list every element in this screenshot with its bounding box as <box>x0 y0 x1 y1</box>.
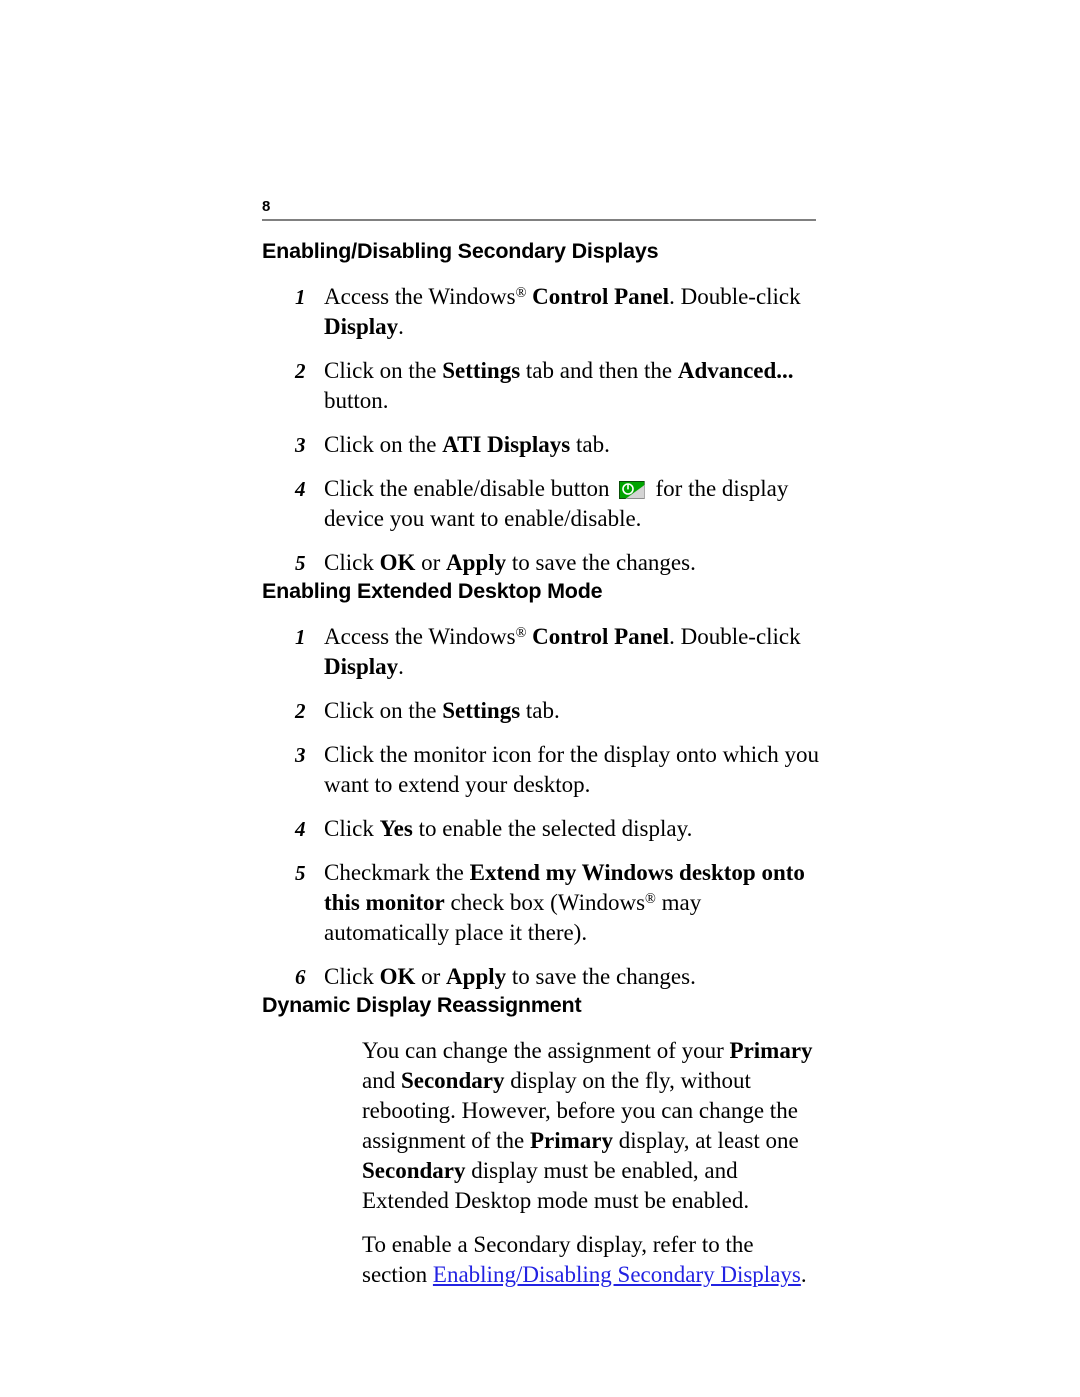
step-text-part: Click <box>324 964 380 989</box>
step-number: 3 <box>295 743 306 767</box>
step-text: Click on the Settings tab. <box>324 696 822 726</box>
list-item: 4 Click the enable/disable button for the… <box>262 474 822 534</box>
step-text-part: Checkmark the <box>324 860 470 885</box>
list-item: 6 Click OK or Apply to save the changes. <box>262 962 822 992</box>
step-text-part: Click on the <box>324 698 443 723</box>
step-text-emphasis: Yes <box>379 816 413 841</box>
step-text-part: Click on the <box>324 358 443 383</box>
list-item: 4 Click Yes to enable the selected displ… <box>262 814 822 844</box>
list-item: 1 Access the Windows® Control Panel. Dou… <box>262 282 822 342</box>
page-header: 8 <box>262 198 816 221</box>
step-text-emphasis: Advanced... <box>677 358 794 383</box>
power-symbol-icon <box>621 483 634 495</box>
step-text: Click on the ATI Displays tab. <box>324 430 822 460</box>
step-text-part: Click <box>324 816 380 841</box>
step-text-emphasis: Control Panel <box>532 284 670 309</box>
registered-trademark-symbol: ® <box>515 285 527 302</box>
step-text-emphasis: Apply <box>446 964 507 989</box>
step-text-part: button. <box>324 388 389 413</box>
step-text-part: Access the Windows <box>324 624 516 649</box>
step-number: 5 <box>295 861 306 885</box>
step-text-part: tab. <box>570 432 610 457</box>
step-text-part: check box (Windows <box>444 890 646 915</box>
step-number: 1 <box>295 285 306 309</box>
step-number: 4 <box>295 817 306 841</box>
document-page: 8 Enabling/Disabling Secondary Displays … <box>0 0 1080 1397</box>
step-text-part: . <box>398 654 404 679</box>
cross-reference-link-enabling-disabling-secondary-displays[interactable]: Enabling/Disabling Secondary Displays <box>433 1262 801 1287</box>
step-text: Access the Windows® Control Panel. Doubl… <box>324 622 822 682</box>
list-item: 3 Click on the ATI Displays tab. <box>262 430 822 460</box>
step-text-part: to save the changes. <box>506 550 696 575</box>
paragraph-part: and <box>362 1068 401 1093</box>
page-content: Enabling/Disabling Secondary Displays 1 … <box>262 238 822 1290</box>
list-item: 2 Click on the Settings tab and then the… <box>262 356 822 416</box>
step-text-part: . Double-click <box>669 624 801 649</box>
step-text-emphasis: Apply <box>446 550 507 575</box>
step-text-emphasis: OK <box>379 550 416 575</box>
step-number: 3 <box>295 433 306 457</box>
step-text-part: to save the changes. <box>506 964 696 989</box>
registered-trademark-symbol: ® <box>515 625 527 642</box>
step-text-part: tab and then the <box>520 358 678 383</box>
step-text-part: Click on the <box>324 432 443 457</box>
paragraph-emphasis: Primary <box>530 1128 614 1153</box>
step-text-emphasis: ATI Displays <box>442 432 571 457</box>
step-number: 6 <box>295 965 306 989</box>
paragraph-part: display, at least one <box>613 1128 799 1153</box>
step-number: 2 <box>295 359 306 383</box>
step-text-emphasis: Settings <box>442 698 521 723</box>
step-text-part: . <box>398 314 404 339</box>
step-text: Access the Windows® Control Panel. Doubl… <box>324 282 822 342</box>
page-number: 8 <box>262 198 271 215</box>
paragraph-emphasis: Secondary <box>362 1158 466 1183</box>
list-item: 3 Click the monitor icon for the display… <box>262 740 822 800</box>
step-number: 1 <box>295 625 306 649</box>
step-text-part: to enable the selected display. <box>412 816 693 841</box>
step-text: Click OK or Apply to save the changes. <box>324 548 822 578</box>
step-text: Click the enable/disable button for the d… <box>324 474 822 534</box>
body-paragraph-secondary-reference: To enable a Secondary display, refer to … <box>262 1230 822 1290</box>
section-heading-enabling-extended-desktop-mode: Enabling Extended Desktop Mode <box>262 579 603 603</box>
paragraph-emphasis: Primary <box>729 1038 813 1063</box>
step-number: 4 <box>295 477 306 501</box>
step-text-part: Click <box>324 550 380 575</box>
list-item: 5 Click OK or Apply to save the changes. <box>262 548 822 578</box>
list-item: 5 Checkmark the Extend my Windows deskto… <box>262 858 822 948</box>
step-text-emphasis: Settings <box>442 358 521 383</box>
step-text-emphasis: Control Panel <box>532 624 670 649</box>
step-text: Click OK or Apply to save the changes. <box>324 962 822 992</box>
step-text: Click on the Settings tab and then the A… <box>324 356 822 416</box>
step-text-part: Click the enable/disable button <box>324 476 610 501</box>
header-rule <box>262 219 816 221</box>
step-number: 5 <box>295 551 306 575</box>
registered-trademark-symbol: ® <box>645 891 656 908</box>
step-text-emphasis: Display <box>324 654 399 679</box>
list-item: 2 Click on the Settings tab. <box>262 696 822 726</box>
body-paragraph-dynamic-reassignment: You can change the assignment of your Pr… <box>262 1036 822 1216</box>
step-text-emphasis: Display <box>324 314 399 339</box>
step-text-part: tab. <box>520 698 560 723</box>
step-text: Checkmark the Extend my Windows desktop … <box>324 858 822 948</box>
steps-list-secondary-displays: 1 Access the Windows® Control Panel. Dou… <box>262 282 822 578</box>
paragraph-part: You can change the assignment of your <box>362 1038 730 1063</box>
step-text-part: or <box>415 964 447 989</box>
step-text-part: Access the Windows <box>324 284 516 309</box>
step-text-emphasis: OK <box>379 964 416 989</box>
section-heading-dynamic-display-reassignment: Dynamic Display Reassignment <box>262 993 582 1017</box>
section-heading-enabling-disabling-secondary-displays: Enabling/Disabling Secondary Displays <box>262 239 659 263</box>
paragraph-emphasis: Secondary <box>400 1068 505 1093</box>
step-text-part: . Double-click <box>669 284 801 309</box>
step-text: Click the monitor icon for the display o… <box>324 742 820 797</box>
enable-disable-button-icon <box>618 481 645 499</box>
paragraph-part: . <box>800 1262 807 1287</box>
step-text: Click Yes to enable the selected display… <box>324 814 822 844</box>
step-text-part: or <box>415 550 447 575</box>
step-number: 2 <box>295 699 306 723</box>
steps-list-extended-desktop: 1 Access the Windows® Control Panel. Dou… <box>262 622 822 992</box>
list-item: 1 Access the Windows® Control Panel. Dou… <box>262 622 822 682</box>
